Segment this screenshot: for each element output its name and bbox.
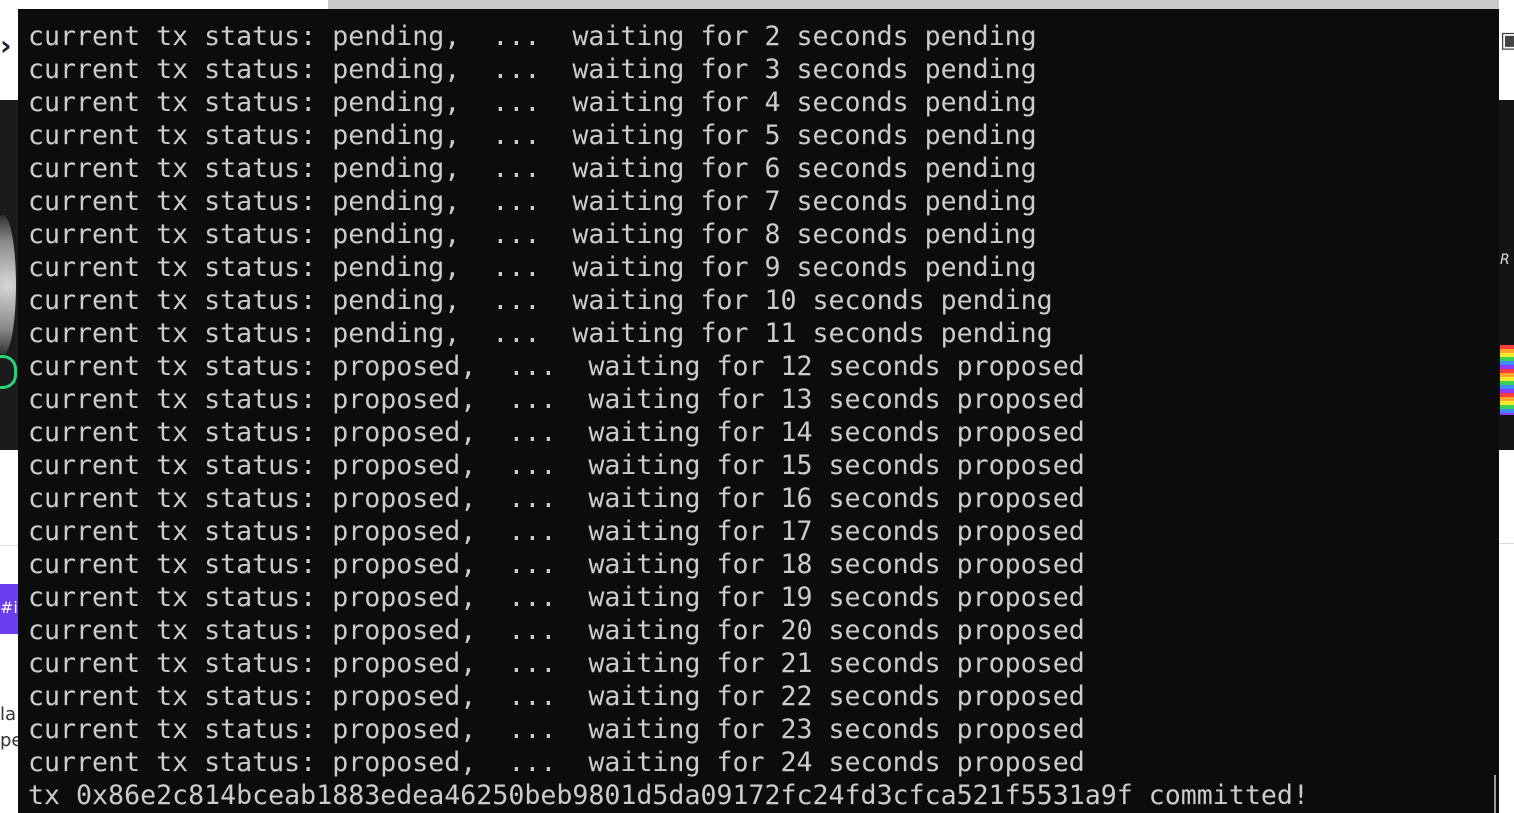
console-line: current tx status: pending, ... waiting …	[28, 285, 1053, 316]
hashtag-tag[interactable]: #in	[0, 584, 28, 634]
rainbow-image	[1500, 345, 1514, 415]
console-line: current tx status: pending, ... waiting …	[28, 153, 1037, 184]
scrollbar-thumb[interactable]	[1494, 775, 1496, 813]
console-line: current tx status: proposed, ... waiting…	[28, 747, 1085, 778]
console-line: current tx status: pending, ... waiting …	[28, 318, 1053, 349]
chevron-right-icon[interactable]: ›	[0, 30, 12, 62]
terminal-active-tab[interactable]	[18, 0, 328, 9]
terminal-window[interactable]: current tx status: pending, ... waiting …	[18, 0, 1499, 813]
console-line: current tx status: proposed, ... waiting…	[28, 615, 1085, 646]
console-line: current tx status: proposed, ... waiting…	[28, 549, 1085, 580]
console-line: current tx status: proposed, ... waiting…	[28, 483, 1085, 514]
console-output[interactable]: current tx status: pending, ... waiting …	[28, 20, 1478, 812]
terminal-tab-bar	[18, 0, 1499, 9]
console-line-committed: tx 0x86e2c814bceab1883edea46250beb9801d5…	[28, 780, 1309, 811]
console-line: current tx status: pending, ... waiting …	[28, 54, 1037, 85]
divider	[0, 545, 18, 546]
console-line: current tx status: proposed, ... waiting…	[28, 384, 1085, 415]
console-line: current tx status: proposed, ... waiting…	[28, 582, 1085, 613]
console-line: current tx status: proposed, ... waiting…	[28, 417, 1085, 448]
divider	[1499, 543, 1514, 544]
console-line: current tx status: proposed, ... waiting…	[28, 714, 1085, 745]
calendar-icon[interactable]: ▣	[1500, 28, 1514, 53]
console-line: current tx status: pending, ... waiting …	[28, 21, 1037, 52]
console-line: current tx status: pending, ... waiting …	[28, 120, 1037, 151]
console-line: current tx status: pending, ... waiting …	[28, 186, 1037, 217]
console-line: current tx status: proposed, ... waiting…	[28, 681, 1085, 712]
scrollbar[interactable]	[1491, 9, 1499, 813]
background-text-line: pe	[0, 730, 18, 751]
console-line: current tx status: pending, ... waiting …	[28, 87, 1037, 118]
console-line: current tx status: proposed, ... waiting…	[28, 648, 1085, 679]
background-text: la pe	[0, 702, 18, 754]
console-line: current tx status: pending, ... waiting …	[28, 219, 1037, 250]
background-text-line: la	[0, 704, 17, 725]
console-line: current tx status: proposed, ... waiting…	[28, 516, 1085, 547]
console-line: current tx status: proposed, ... waiting…	[28, 450, 1085, 481]
background-glyph: R	[1500, 252, 1510, 268]
console-line: current tx status: pending, ... waiting …	[28, 252, 1037, 283]
console-line: current tx status: proposed, ... waiting…	[28, 351, 1085, 382]
